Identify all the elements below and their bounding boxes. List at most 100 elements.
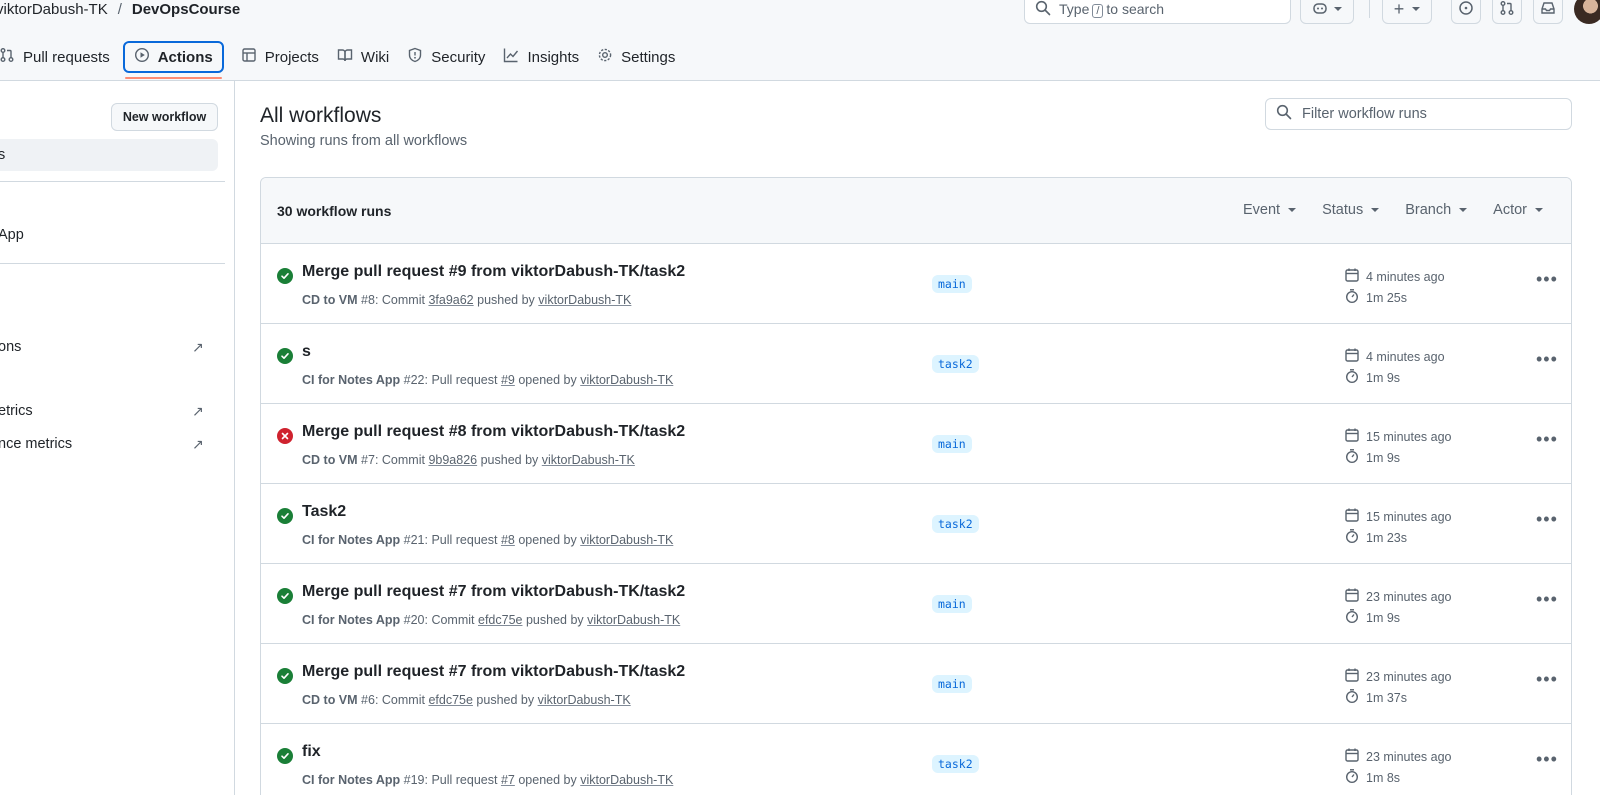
run-meta: CI for Notes App #19: Pull request #7 op… — [302, 773, 674, 787]
tab-settings[interactable]: Settings — [588, 41, 684, 73]
sidebar-item-workflow[interactable]: App — [0, 227, 24, 243]
sidebar-item-all-workflows[interactable] — [0, 139, 218, 171]
run-meta: CI for Notes App #21: Pull request #8 op… — [302, 533, 674, 547]
branch-filter-dropdown[interactable]: Branch — [1405, 202, 1468, 218]
run-ref-link[interactable]: 3fa9a62 — [428, 293, 473, 307]
actor-link[interactable]: viktorDabush-TK — [542, 453, 635, 467]
status-filter-dropdown[interactable]: Status — [1322, 202, 1380, 218]
sidebar-divider — [0, 181, 225, 182]
run-ref-link[interactable]: efdc75e — [478, 613, 522, 627]
inbox-button[interactable] — [1533, 0, 1563, 24]
tab-pull-requests[interactable]: Pull requests — [0, 41, 119, 73]
actor-link[interactable]: viktorDabush-TK — [538, 693, 631, 707]
table-row[interactable]: Merge pull request #9 from viktorDabush-… — [261, 244, 1571, 324]
kebab-horizontal-icon[interactable]: ••• — [1536, 510, 1558, 528]
run-meta: CD to VM #8: Commit 3fa9a62 pushed by vi… — [302, 293, 632, 307]
run-when: 23 minutes ago — [1366, 589, 1452, 604]
kebab-horizontal-icon[interactable]: ••• — [1536, 750, 1558, 768]
kebab-horizontal-icon[interactable]: ••• — [1536, 430, 1558, 448]
actor-link[interactable]: viktorDabush-TK — [538, 293, 631, 307]
pull-requests-button[interactable] — [1492, 0, 1522, 24]
sidebar-item-metrics-link[interactable]: etrics — [0, 403, 33, 419]
actor-filter-dropdown[interactable]: Actor — [1493, 202, 1543, 218]
run-title-link[interactable]: Merge pull request #7 from viktorDabush-… — [302, 583, 685, 601]
run-title-link[interactable]: fix — [302, 743, 321, 761]
run-title-link[interactable]: Task2 — [302, 503, 346, 521]
sidebar-item-performance-metrics-link[interactable]: nce metrics — [0, 436, 72, 452]
stopwatch-icon — [1344, 688, 1360, 707]
branch-label[interactable]: main — [932, 275, 972, 293]
sidebar-divider — [0, 263, 225, 264]
calendar-icon — [1344, 507, 1360, 526]
kebab-horizontal-icon[interactable]: ••• — [1536, 350, 1558, 368]
copilot-button[interactable] — [1300, 0, 1354, 24]
run-ref-link[interactable]: #7 — [501, 773, 515, 787]
stopwatch-icon — [1344, 608, 1360, 627]
issues-button[interactable] — [1451, 0, 1481, 24]
header-divider — [1369, 0, 1370, 18]
tab-security[interactable]: Security — [398, 41, 494, 73]
run-when: 23 minutes ago — [1366, 669, 1452, 684]
runs-filters: Event Status Branch Actor — [1243, 202, 1543, 218]
check-circle-icon — [277, 268, 293, 284]
run-ref-link[interactable]: #9 — [501, 373, 515, 387]
run-duration-value: 1m 37s — [1366, 690, 1407, 705]
run-ref-link[interactable]: #8 — [501, 533, 515, 547]
run-ref-link[interactable]: efdc75e — [428, 693, 472, 707]
user-avatar[interactable] — [1574, 0, 1600, 24]
table-row[interactable]: Merge pull request #7 from viktorDabush-… — [261, 564, 1571, 644]
repo-owner-link[interactable]: viktorDabush-TK — [0, 1, 108, 18]
actor-link[interactable]: viktorDabush-TK — [580, 373, 673, 387]
tab-projects[interactable]: Projects — [232, 41, 328, 73]
kebab-horizontal-icon[interactable]: ••• — [1536, 670, 1558, 688]
graph-icon — [503, 47, 519, 67]
tab-wiki[interactable]: Wiki — [328, 41, 398, 73]
filter-workflow-runs-input[interactable]: Filter workflow runs — [1265, 98, 1572, 130]
branch-label[interactable]: main — [932, 595, 972, 613]
event-filter-dropdown[interactable]: Event — [1243, 202, 1297, 218]
run-title-link[interactable]: Merge pull request #8 from viktorDabush-… — [302, 423, 685, 441]
table-row[interactable]: Task2 CI for Notes App #21: Pull request… — [261, 484, 1571, 564]
run-title-link[interactable]: s — [302, 343, 311, 361]
tab-actions[interactable]: Actions — [122, 41, 224, 79]
table-row[interactable]: fix CI for Notes App #19: Pull request #… — [261, 724, 1571, 795]
workflow-name: CD to VM — [302, 293, 358, 307]
tab-insights[interactable]: Insights — [494, 41, 588, 73]
branch-label[interactable]: task2 — [932, 515, 979, 533]
check-circle-icon — [277, 348, 293, 364]
plus-icon: + — [1393, 0, 1405, 19]
repo-header: viktorDabush-TK / DevOpsCourse Type / to s… — [0, 0, 1600, 81]
check-circle-icon — [277, 508, 293, 524]
branch-label[interactable]: task2 — [932, 355, 979, 373]
actor-link[interactable]: viktorDabush-TK — [580, 773, 673, 787]
branch-label[interactable]: main — [932, 675, 972, 693]
git-pull-request-icon — [1499, 0, 1515, 19]
tab-label: Insights — [527, 48, 580, 66]
link-external-icon: ↗ — [192, 339, 204, 355]
table-row[interactable]: Merge pull request #7 from viktorDabush-… — [261, 644, 1571, 724]
run-time: 15 minutes ago — [1344, 507, 1451, 526]
run-time: 4 minutes ago — [1344, 267, 1445, 286]
kebab-horizontal-icon[interactable]: ••• — [1536, 590, 1558, 608]
run-title-link[interactable]: Merge pull request #7 from viktorDabush-… — [302, 663, 685, 681]
calendar-icon — [1344, 427, 1360, 446]
run-meta: CI for Notes App #20: Commit efdc75e pus… — [302, 613, 681, 627]
run-verb: opened by — [518, 533, 577, 547]
create-new-button[interactable]: + — [1382, 0, 1432, 24]
page-title: All workflows — [260, 104, 382, 127]
actor-link[interactable]: viktorDabush-TK — [587, 613, 680, 627]
run-event: Pull request — [431, 533, 498, 547]
run-title-link[interactable]: Merge pull request #9 from viktorDabush-… — [302, 263, 685, 281]
table-row[interactable]: s CI for Notes App #22: Pull request #9 … — [261, 324, 1571, 404]
repo-name-link[interactable]: DevOpsCourse — [132, 1, 240, 18]
actor-link[interactable]: viktorDabush-TK — [580, 533, 673, 547]
run-number: #8 — [361, 293, 375, 307]
sidebar-item-management-link[interactable]: ons — [0, 339, 21, 355]
table-row[interactable]: Merge pull request #8 from viktorDabush-… — [261, 404, 1571, 484]
branch-label[interactable]: main — [932, 435, 972, 453]
run-ref-link[interactable]: 9b9a826 — [428, 453, 477, 467]
new-workflow-button[interactable]: New workflow — [111, 103, 218, 131]
branch-label[interactable]: task2 — [932, 755, 979, 773]
kebab-horizontal-icon[interactable]: ••• — [1536, 270, 1558, 288]
global-search-input[interactable]: Type / to search — [1024, 0, 1291, 24]
